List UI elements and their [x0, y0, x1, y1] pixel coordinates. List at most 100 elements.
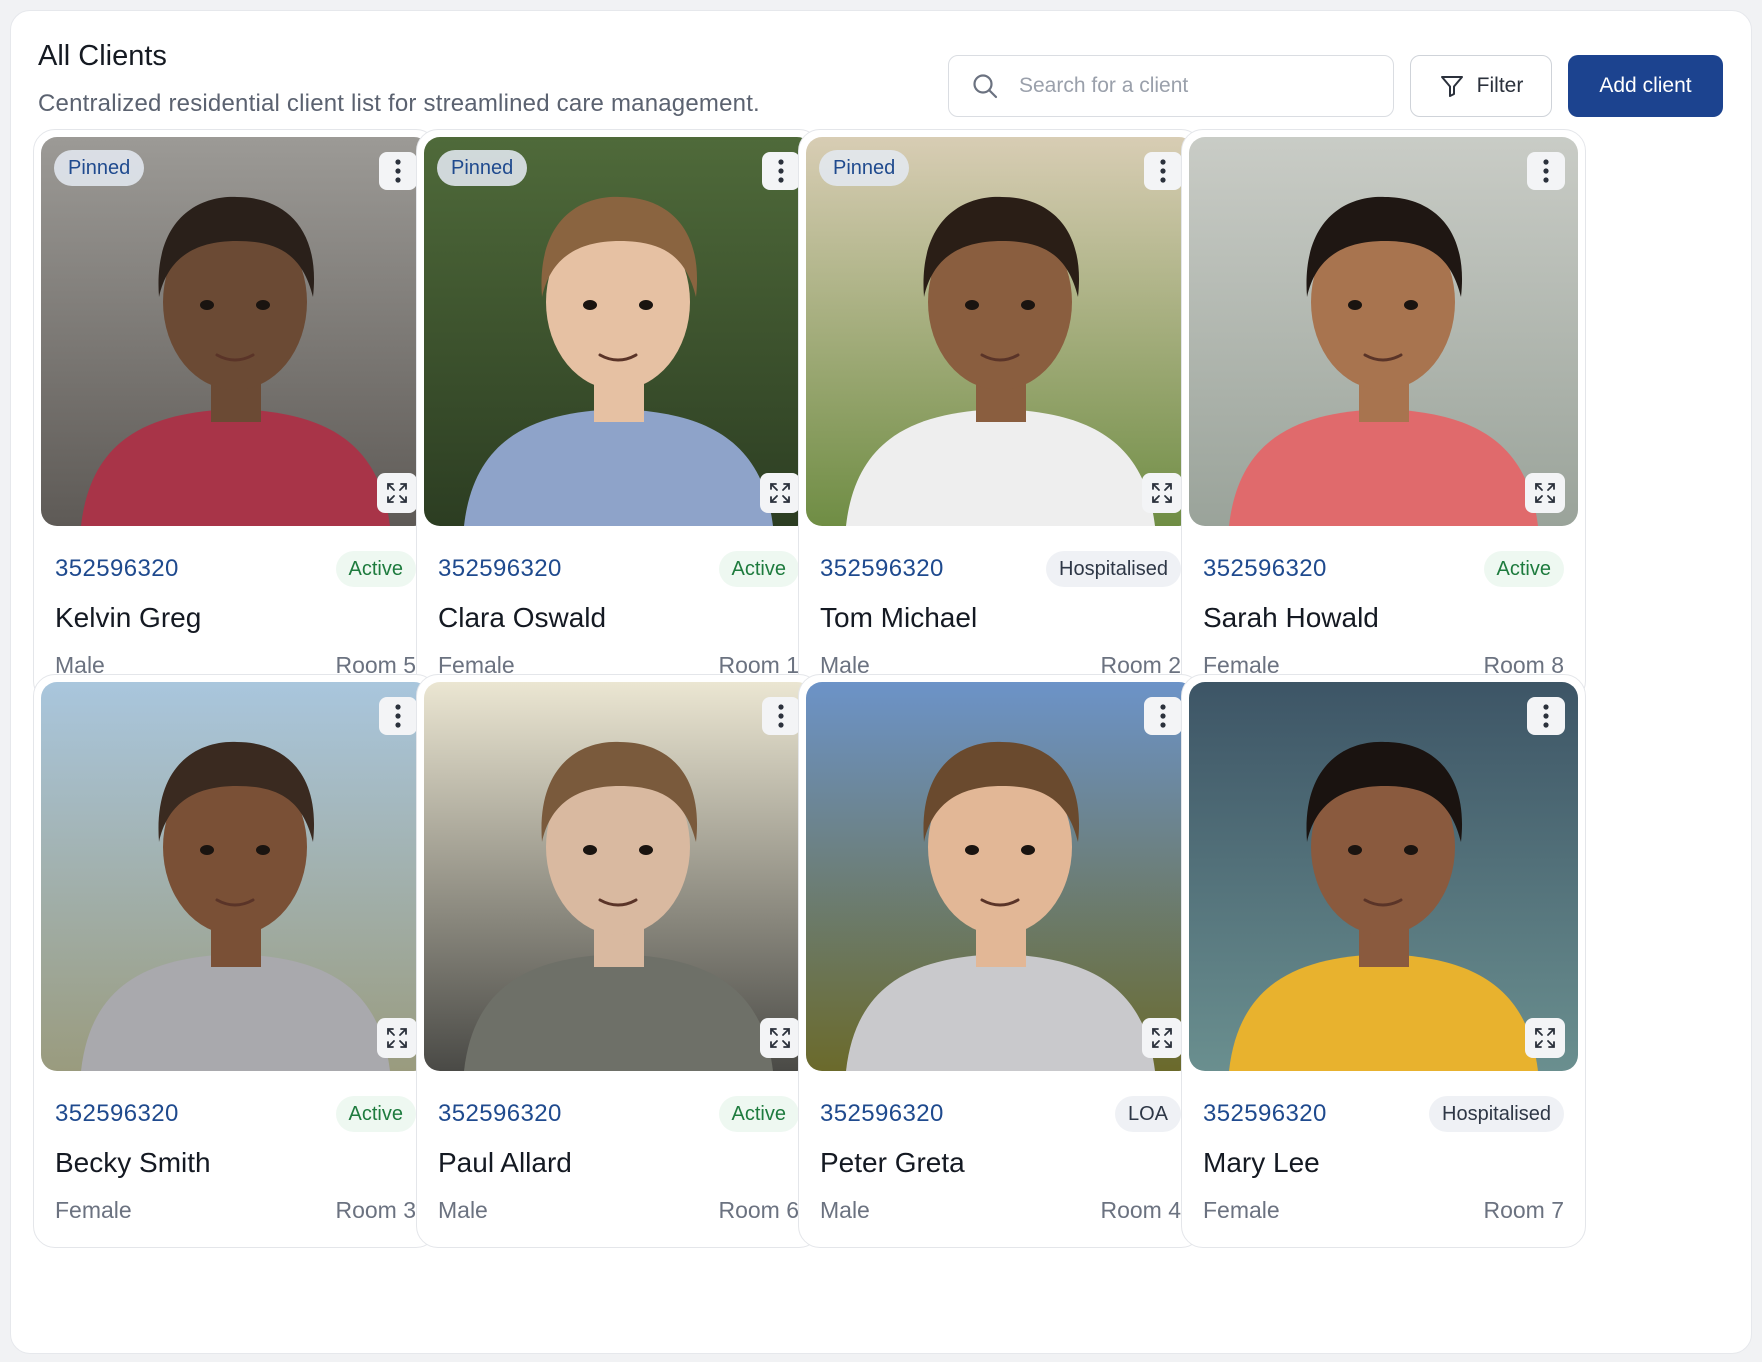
expand-photo-button[interactable]	[377, 473, 417, 513]
more-vertical-icon	[778, 159, 784, 183]
client-name: Peter Greta	[820, 1147, 965, 1178]
toolbar: Filter Add client	[948, 55, 1723, 117]
pinned-badge: Pinned	[819, 150, 910, 186]
client-gender: Male	[438, 1197, 488, 1223]
client-photo[interactable]: Pinned	[806, 137, 1195, 526]
client-id: 352596320	[820, 555, 944, 582]
expand-photo-button[interactable]	[1142, 473, 1182, 513]
expand-icon	[770, 1028, 790, 1048]
status-badge: Active	[335, 551, 416, 587]
client-id: 352596320	[1203, 1100, 1327, 1127]
more-options-button[interactable]	[762, 697, 800, 735]
more-vertical-icon	[1543, 704, 1549, 728]
expand-icon	[387, 483, 407, 503]
search-box[interactable]	[948, 55, 1394, 117]
pinned-badge: Pinned	[54, 150, 145, 186]
client-id: 352596320	[820, 1100, 944, 1127]
expand-icon	[387, 1028, 407, 1048]
more-vertical-icon	[778, 704, 784, 728]
client-photo-image	[1189, 137, 1578, 526]
page-header: All Clients Centralized residential clie…	[38, 40, 760, 118]
client-photo[interactable]	[41, 682, 430, 1071]
client-photo-image	[41, 137, 430, 526]
page-title: All Clients	[38, 40, 167, 72]
client-card[interactable]: 352596320 LOA Peter Greta Male Room 4	[798, 674, 1203, 1248]
client-photo-image	[1189, 682, 1578, 1071]
client-card[interactable]: Pinned 352596320 Active Clara Oswald Fem…	[416, 129, 821, 703]
client-photo-image	[424, 137, 813, 526]
expand-photo-button[interactable]	[760, 473, 800, 513]
client-info: 352596320 LOA Peter Greta Male Room 4	[820, 1095, 1181, 1224]
client-name: Tom Michael	[820, 602, 978, 633]
more-options-button[interactable]	[379, 697, 417, 735]
client-card[interactable]: Pinned 352596320 Hospitalised Tom Michae…	[798, 129, 1203, 703]
status-badge: Active	[718, 1096, 799, 1132]
status-badge: Hospitalised	[1046, 551, 1181, 587]
filter-icon	[1440, 76, 1463, 97]
client-room: Room 4	[1100, 1197, 1181, 1223]
client-info: 352596320 Active Kelvin Greg Male Room 5	[55, 550, 416, 679]
status-badge: LOA	[1114, 1096, 1181, 1132]
client-name: Clara Oswald	[438, 602, 607, 633]
status-badge: Active	[335, 1096, 416, 1132]
client-photo[interactable]: Pinned	[424, 137, 813, 526]
more-vertical-icon	[1543, 159, 1549, 183]
client-name: Kelvin Greg	[55, 602, 202, 633]
client-id: 352596320	[1203, 555, 1327, 582]
client-card[interactable]: 352596320 Active Sarah Howald Female Roo…	[1181, 129, 1586, 703]
client-info: 352596320 Active Paul Allard Male Room 6	[438, 1095, 799, 1224]
search-icon	[973, 74, 998, 99]
expand-photo-button[interactable]	[1142, 1018, 1182, 1058]
client-card[interactable]: Pinned 352596320 Active Kelvin Greg Male	[33, 129, 438, 703]
client-photo[interactable]	[424, 682, 813, 1071]
expand-photo-button[interactable]	[1525, 473, 1565, 513]
client-gender: Female	[55, 1197, 132, 1223]
more-vertical-icon	[395, 704, 401, 728]
filter-button[interactable]: Filter	[1410, 55, 1552, 117]
page-subtitle: Centralized residential client list for …	[38, 90, 760, 117]
more-options-button[interactable]	[1144, 697, 1182, 735]
expand-icon	[1152, 1028, 1172, 1048]
expand-icon	[1152, 483, 1172, 503]
client-photo[interactable]	[806, 682, 1195, 1071]
expand-icon	[1535, 1028, 1555, 1048]
client-info: 352596320 Hospitalised Tom Michael Male …	[820, 550, 1181, 679]
client-name: Sarah Howald	[1203, 602, 1379, 633]
client-id: 352596320	[55, 1100, 179, 1127]
client-photo-image	[806, 682, 1195, 1071]
filter-label: Filter	[1476, 74, 1524, 97]
client-gender: Female	[1203, 1197, 1280, 1223]
search-input[interactable]	[1019, 74, 1379, 98]
client-card[interactable]: 352596320 Hospitalised Mary Lee Female R…	[1181, 674, 1586, 1248]
expand-photo-button[interactable]	[377, 1018, 417, 1058]
client-name: Becky Smith	[55, 1147, 211, 1178]
more-options-button[interactable]	[1527, 697, 1565, 735]
client-photo-image	[41, 682, 430, 1071]
client-info: 352596320 Hospitalised Mary Lee Female R…	[1203, 1095, 1564, 1224]
expand-photo-button[interactable]	[760, 1018, 800, 1058]
clients-panel: All Clients Centralized residential clie…	[10, 10, 1752, 1354]
more-vertical-icon	[395, 159, 401, 183]
client-name: Mary Lee	[1203, 1147, 1320, 1178]
more-options-button[interactable]	[1527, 152, 1565, 190]
client-photo-image	[806, 137, 1195, 526]
client-id: 352596320	[55, 555, 179, 582]
pinned-badge: Pinned	[437, 150, 528, 186]
client-id: 352596320	[438, 555, 562, 582]
more-options-button[interactable]	[1144, 152, 1182, 190]
client-room: Room 7	[1483, 1197, 1564, 1223]
expand-photo-button[interactable]	[1525, 1018, 1565, 1058]
client-info: 352596320 Active Sarah Howald Female Roo…	[1203, 550, 1564, 679]
add-client-button[interactable]: Add client	[1568, 55, 1723, 117]
more-options-button[interactable]	[762, 152, 800, 190]
client-photo[interactable]: Pinned	[41, 137, 430, 526]
client-card[interactable]: 352596320 Active Paul Allard Male Room 6	[416, 674, 821, 1248]
client-id: 352596320	[438, 1100, 562, 1127]
status-badge: Hospitalised	[1429, 1096, 1564, 1132]
status-badge: Active	[1483, 551, 1564, 587]
client-photo[interactable]	[1189, 682, 1578, 1071]
client-photo[interactable]	[1189, 137, 1578, 526]
more-options-button[interactable]	[379, 152, 417, 190]
client-card[interactable]: 352596320 Active Becky Smith Female Room…	[33, 674, 438, 1248]
client-room: Room 6	[718, 1197, 799, 1223]
